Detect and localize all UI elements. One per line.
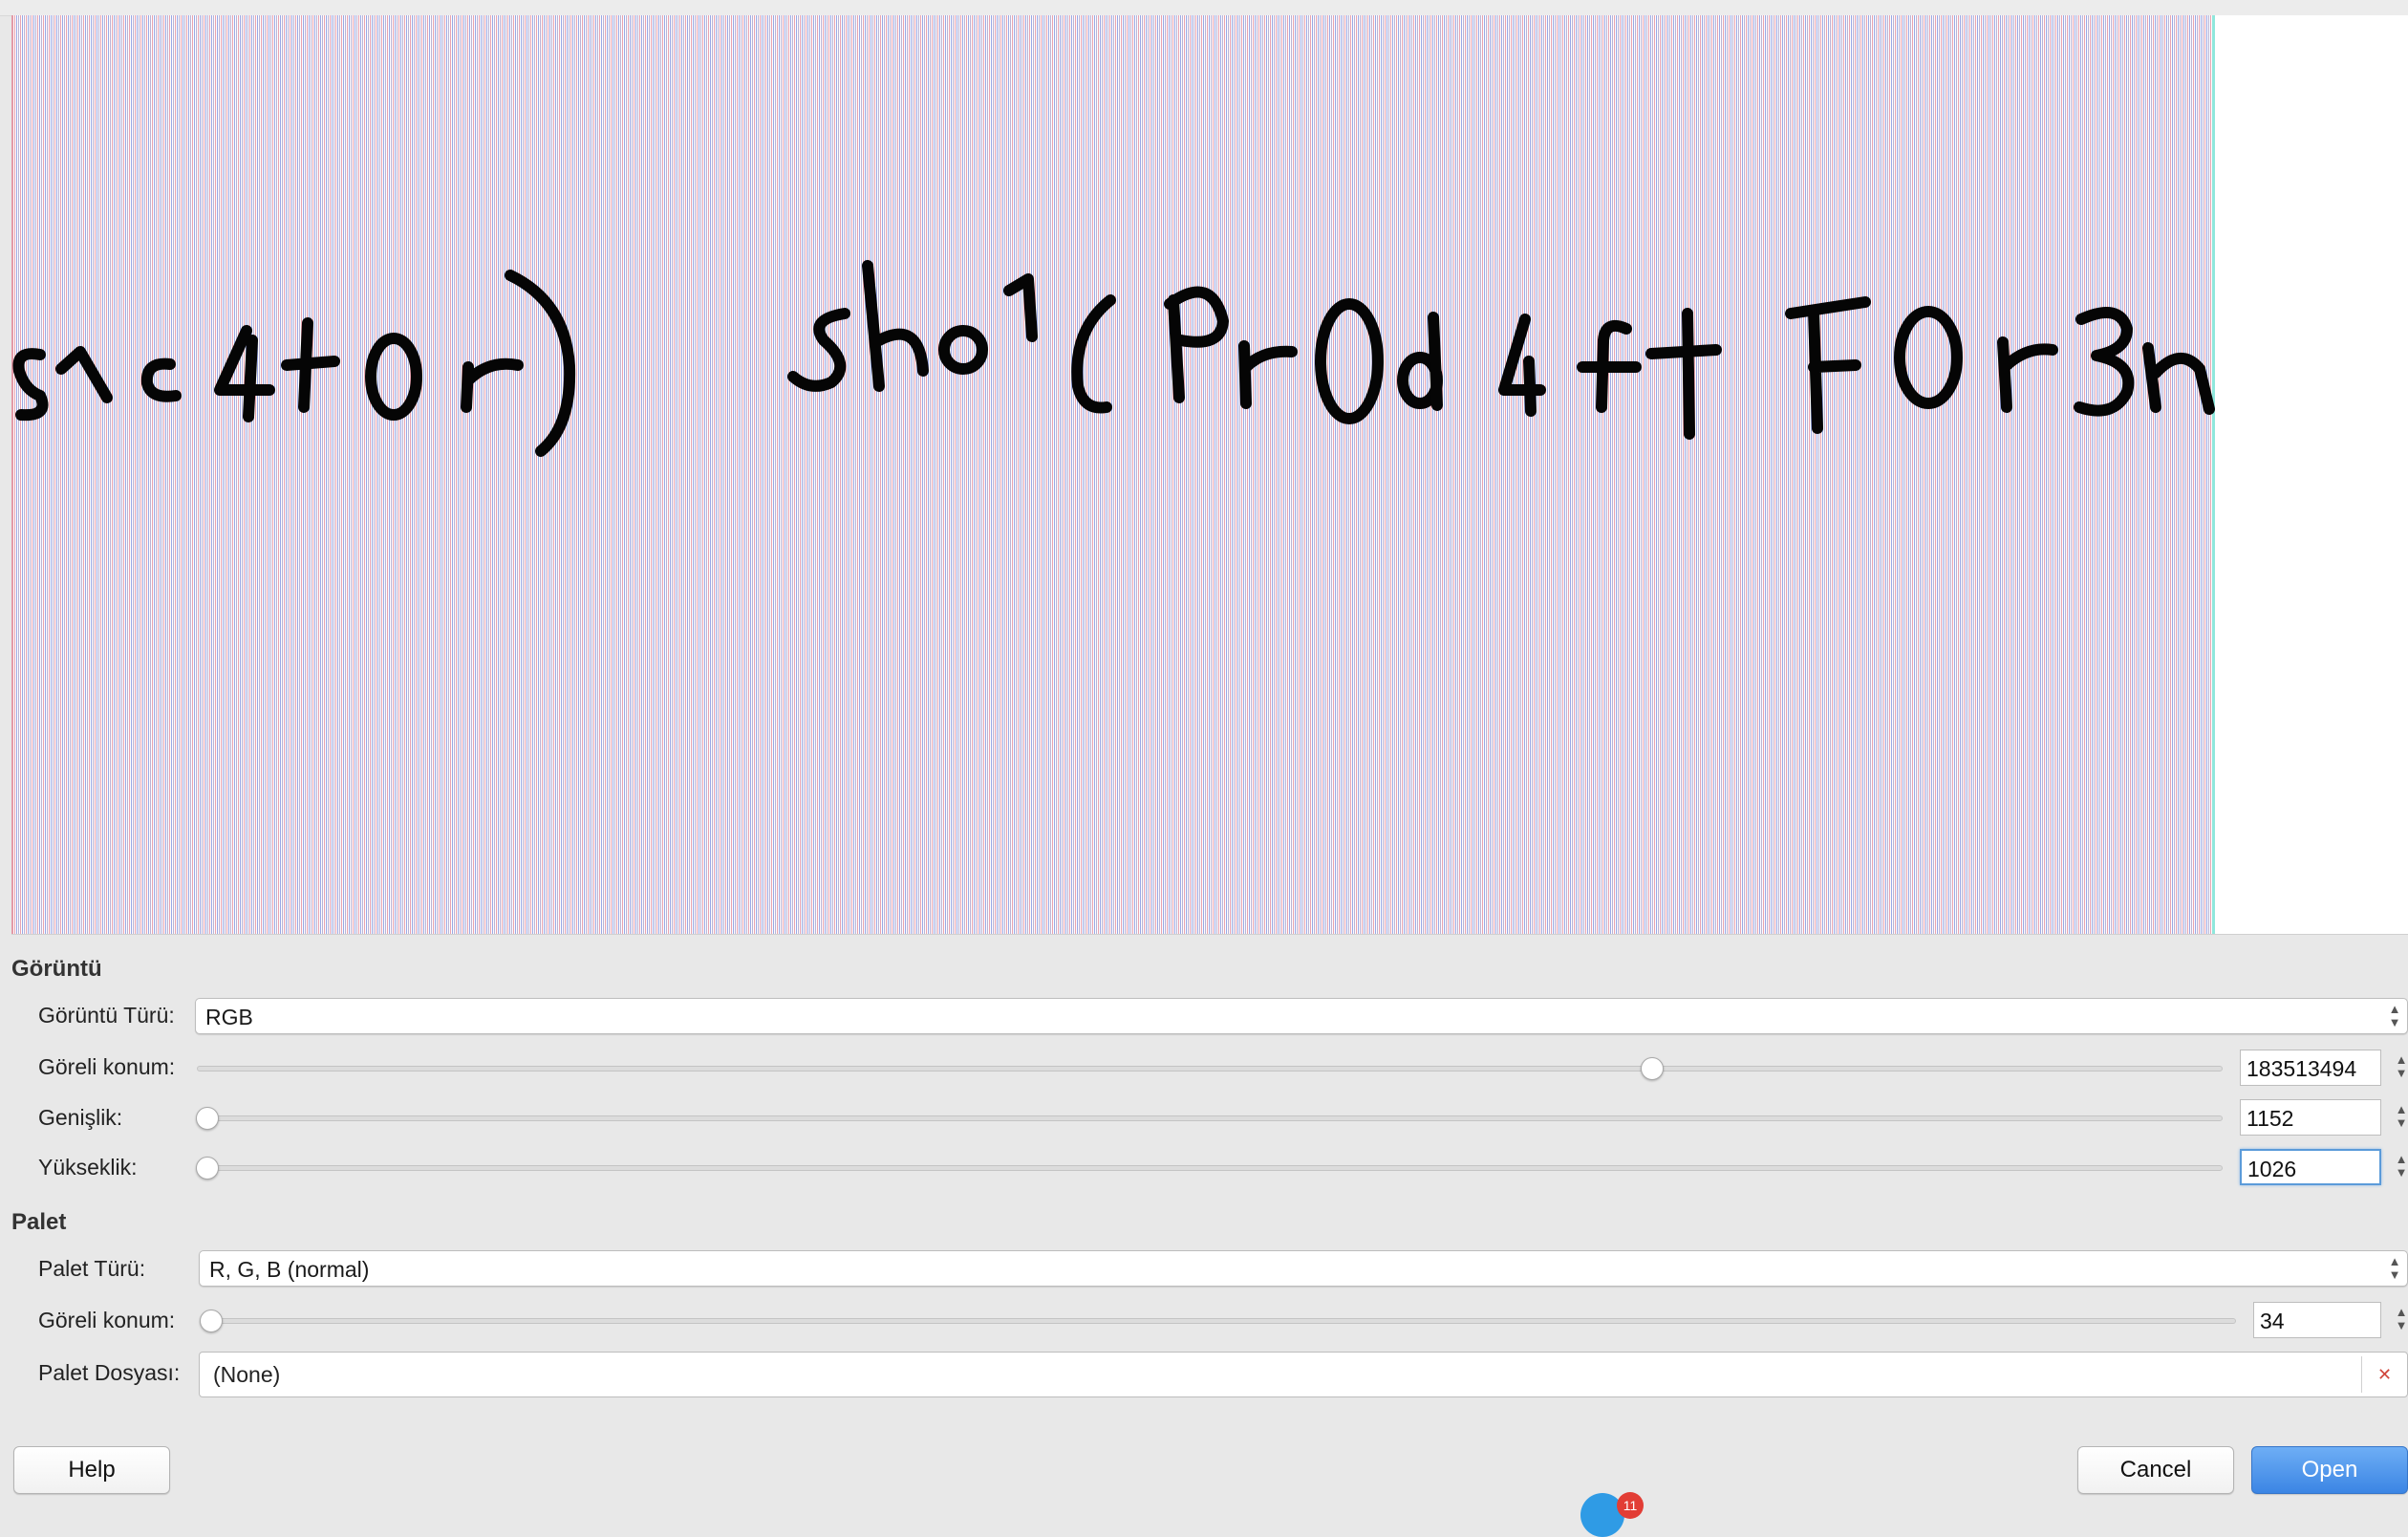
- image-offset-value: 183513494: [2247, 1056, 2357, 1081]
- image-height-spinbox[interactable]: 1026 ▲ ▼: [2240, 1149, 2408, 1185]
- image-type-value: RGB: [205, 1005, 253, 1029]
- palette-file-label: Palet Dosyası:: [38, 1360, 181, 1385]
- spin-arrows-icon[interactable]: ▲ ▼: [2395, 1153, 2408, 1181]
- palette-offset-value: 34: [2260, 1309, 2285, 1333]
- clear-file-icon[interactable]: ✕: [2361, 1356, 2407, 1393]
- palette-type-select[interactable]: R, G, B (normal) ▲ ▼: [199, 1250, 2408, 1287]
- image-section-title: Görüntü: [11, 956, 102, 982]
- palette-type-label: Palet Türü:: [38, 1256, 146, 1281]
- cancel-button[interactable]: Cancel: [2077, 1446, 2234, 1494]
- select-arrows-icon: ▲ ▼: [2388, 1254, 2401, 1282]
- palette-offset-slider-thumb[interactable]: [200, 1310, 223, 1332]
- image-width-spinbox[interactable]: 1152 ▲ ▼: [2240, 1099, 2408, 1136]
- image-type-label: Görüntü Türü:: [38, 1003, 175, 1028]
- image-offset-slider-thumb[interactable]: [1641, 1057, 1664, 1080]
- select-arrows-icon: ▲ ▼: [2388, 1002, 2401, 1029]
- image-width-slider[interactable]: [197, 1115, 2223, 1121]
- image-preview: [11, 15, 2408, 935]
- image-width-value: 1152: [2247, 1106, 2294, 1131]
- image-offset-slider[interactable]: [197, 1066, 2223, 1072]
- palette-offset-label: Göreli konum:: [38, 1308, 176, 1332]
- palette-offset-slider[interactable]: [201, 1318, 2236, 1324]
- palette-file-chooser[interactable]: (None) ✕: [199, 1352, 2408, 1397]
- window-top-strip: [0, 0, 2408, 16]
- image-height-label: Yükseklik:: [38, 1155, 138, 1180]
- notification-badge: 11: [1617, 1492, 1644, 1519]
- spin-arrows-icon[interactable]: ▲ ▼: [2395, 1053, 2408, 1082]
- palette-offset-spinbox[interactable]: 34 ▲ ▼: [2253, 1302, 2408, 1338]
- image-offset-spinbox[interactable]: 183513494 ▲ ▼: [2240, 1050, 2408, 1086]
- help-button[interactable]: Help: [13, 1446, 170, 1494]
- palette-section-title: Palet: [11, 1209, 67, 1235]
- image-type-select[interactable]: RGB ▲ ▼: [195, 998, 2408, 1034]
- open-button[interactable]: Open: [2251, 1446, 2408, 1494]
- handwriting-drawing: [12, 260, 2215, 457]
- spin-arrows-icon[interactable]: ▲ ▼: [2395, 1103, 2408, 1132]
- image-height-slider[interactable]: [197, 1165, 2223, 1171]
- spin-arrows-icon[interactable]: ▲ ▼: [2395, 1306, 2408, 1334]
- image-height-slider-thumb[interactable]: [196, 1157, 219, 1180]
- palette-file-value: (None): [213, 1362, 281, 1387]
- image-height-value: 1026: [2247, 1157, 2297, 1181]
- image-width-slider-thumb[interactable]: [196, 1107, 219, 1130]
- image-offset-label: Göreli konum:: [38, 1054, 176, 1079]
- image-width-label: Genişlik:: [38, 1105, 123, 1130]
- palette-type-value: R, G, B (normal): [209, 1257, 370, 1282]
